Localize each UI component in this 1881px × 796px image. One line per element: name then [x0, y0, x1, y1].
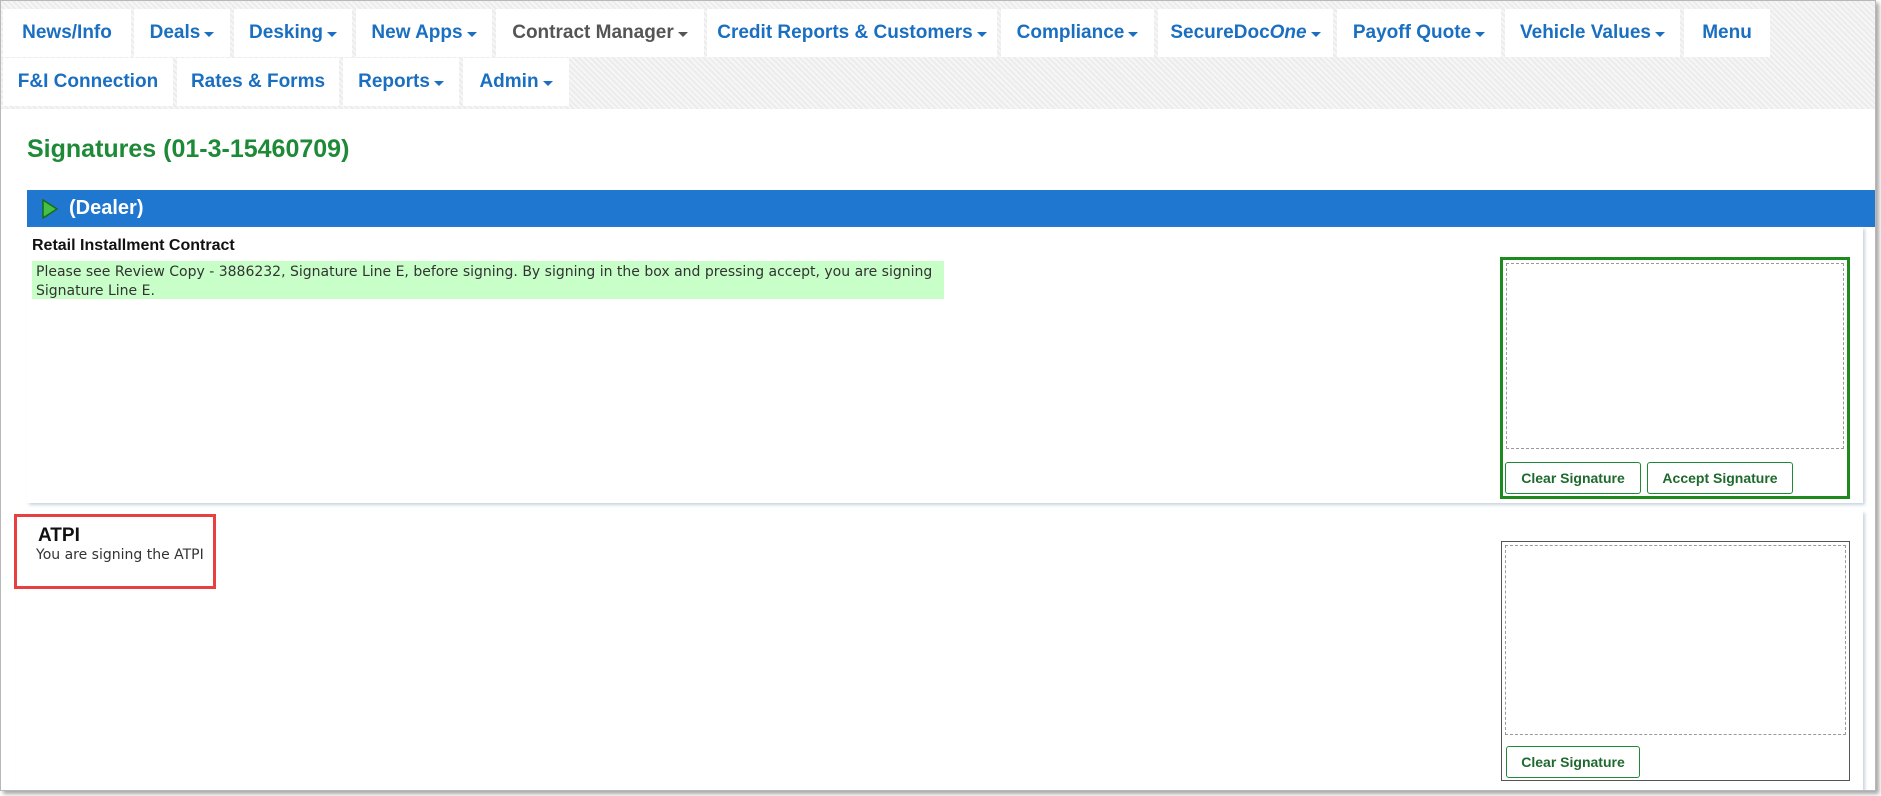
app-frame: News/Info Deals Desking New Apps Contrac… [0, 0, 1876, 791]
dealer-section-header[interactable]: (Dealer) [27, 190, 1875, 227]
signature-box-contract: Clear Signature Accept Signature [1500, 257, 1850, 499]
nav-tab-label: Payoff Quote [1352, 22, 1472, 43]
nav-tab-securedocone[interactable]: SecureDoc One [1158, 9, 1333, 57]
nav-tab-new-apps[interactable]: New Apps [356, 9, 492, 57]
nav-tab-label: Menu [1702, 22, 1752, 43]
nav-tab-credit-reports[interactable]: Credit Reports & Customers [707, 9, 997, 57]
signature-pad[interactable] [1505, 545, 1846, 735]
document-description: You are signing the ATPI [36, 547, 204, 563]
caret-down-icon [542, 80, 553, 86]
signature-notice: Please see Review Copy - 3886232, Signat… [32, 261, 944, 299]
nav-tab-payoff-quote[interactable]: Payoff Quote [1337, 9, 1501, 57]
nav-tab-rates-forms[interactable]: Rates & Forms [177, 58, 339, 106]
caret-down-icon [1654, 31, 1665, 37]
nav-tab-label: F&I Connection [17, 71, 159, 92]
signature-pad[interactable] [1506, 263, 1844, 449]
nav-tab-news-info[interactable]: News/Info [3, 9, 131, 57]
nav-tab-contract-manager[interactable]: Contract Manager [496, 9, 704, 57]
nav-tab-label: Desking [249, 22, 323, 43]
section-title: (Dealer) [69, 197, 144, 219]
document-name: ATPI [38, 525, 80, 546]
nav-tab-deals[interactable]: Deals [134, 9, 230, 57]
caret-down-icon [466, 31, 477, 37]
page-title: Signatures (01-3-15460709) [27, 135, 350, 163]
nav-tab-label: Compliance [1016, 22, 1125, 43]
accept-signature-button[interactable]: Accept Signature [1647, 462, 1793, 494]
nav-tab-label: Deals [149, 22, 201, 43]
nav-tab-label: Admin [479, 71, 539, 92]
caret-down-icon [326, 31, 337, 37]
clear-signature-button[interactable]: Clear Signature [1505, 462, 1641, 494]
nav-tab-desking[interactable]: Desking [234, 9, 352, 57]
signature-box-atpi: Clear Signature [1501, 541, 1850, 781]
caret-down-icon [204, 31, 215, 37]
nav-tab-label: Credit Reports & Customers [717, 22, 973, 43]
nav-tab-compliance[interactable]: Compliance [1001, 9, 1154, 57]
nav-tab-label-italic: One [1269, 22, 1307, 43]
nav-tab-reports[interactable]: Reports [343, 58, 459, 106]
nav-tab-label: SecureDoc [1170, 22, 1270, 43]
top-nav: News/Info Deals Desking New Apps Contrac… [1, 1, 1875, 109]
clear-signature-button[interactable]: Clear Signature [1506, 746, 1640, 778]
document-name: Retail Installment Contract [32, 237, 235, 254]
nav-tab-label: Contract Manager [512, 22, 674, 43]
nav-tab-menu[interactable]: Menu [1684, 9, 1770, 57]
caret-down-icon [976, 31, 987, 37]
nav-tab-vehicle-values[interactable]: Vehicle Values [1505, 9, 1680, 57]
nav-tab-admin[interactable]: Admin [463, 58, 569, 106]
play-icon[interactable] [41, 198, 59, 219]
caret-down-icon [1475, 31, 1486, 37]
caret-down-icon [1310, 31, 1321, 37]
nav-tab-label: Rates & Forms [190, 71, 326, 92]
nav-tab-label: New Apps [371, 22, 463, 43]
nav-tab-label: News/Info [22, 22, 112, 43]
nav-tab-label: Reports [358, 71, 430, 92]
caret-down-icon [1128, 31, 1139, 37]
nav-tab-fi-connection[interactable]: F&I Connection [3, 58, 173, 106]
nav-tab-label: Vehicle Values [1520, 22, 1651, 43]
caret-down-icon [433, 80, 444, 86]
caret-down-icon [677, 31, 688, 37]
